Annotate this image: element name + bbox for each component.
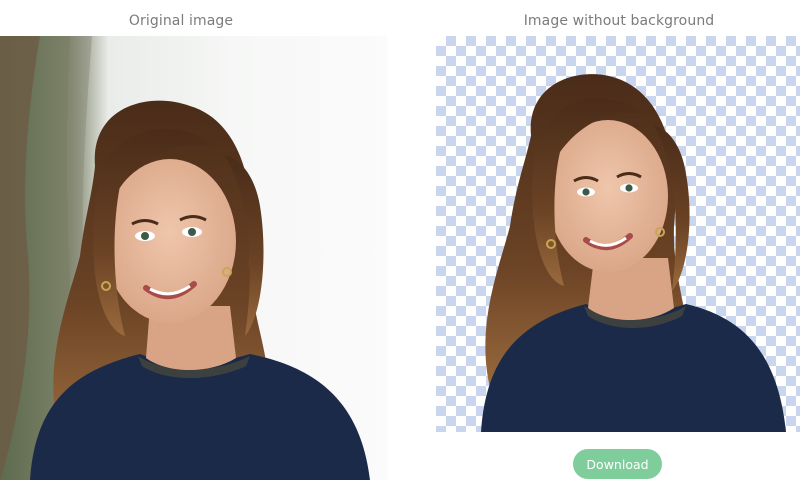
cutout-portrait-icon <box>481 74 786 432</box>
original-image <box>0 36 387 480</box>
download-button[interactable]: Download <box>573 449 662 479</box>
comparison-view: Original image Image without background <box>0 0 800 480</box>
result-image-caption: Image without background <box>523 13 715 29</box>
original-image-caption: Original image <box>128 13 234 29</box>
result-image <box>436 36 800 432</box>
portrait-photo-icon <box>0 36 387 480</box>
